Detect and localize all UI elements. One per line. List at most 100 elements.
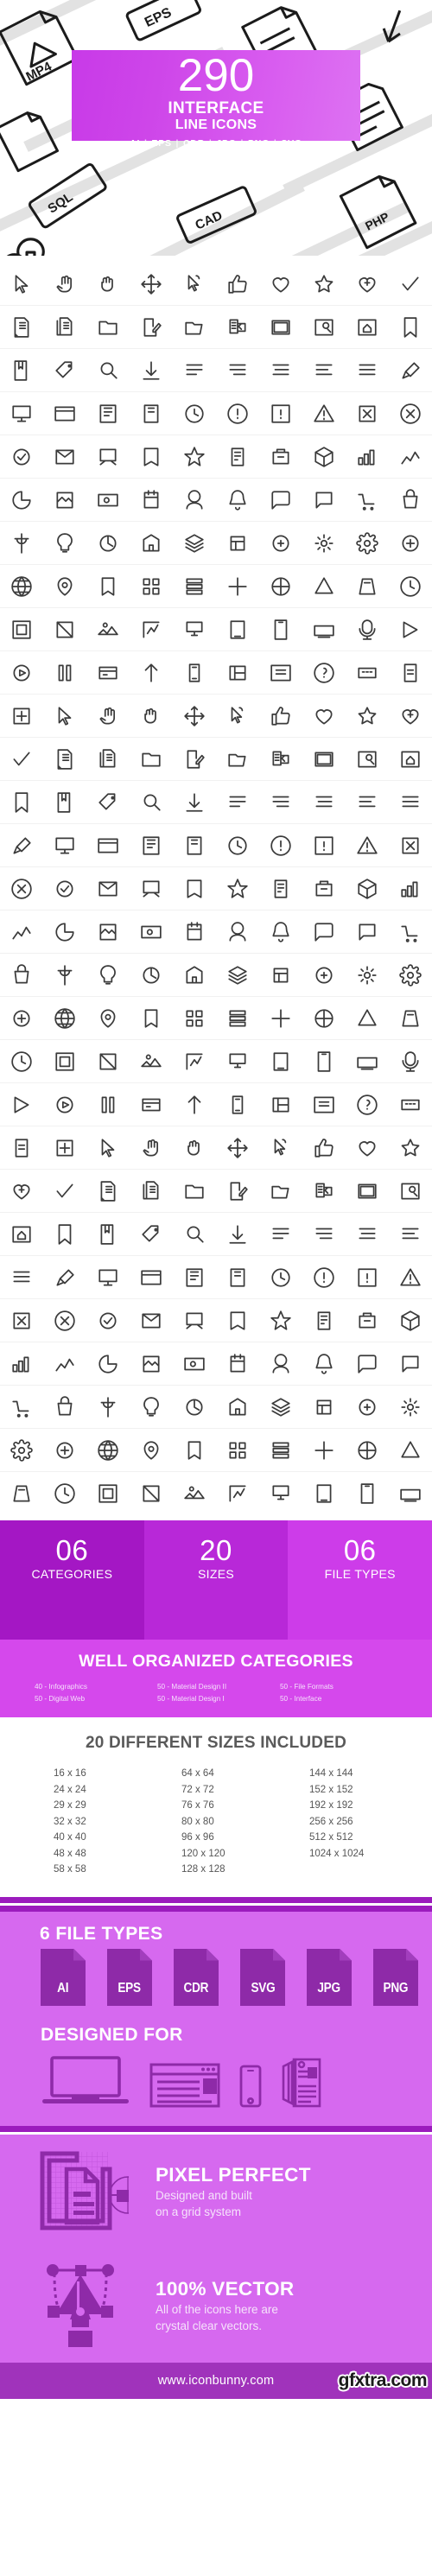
icon-cell[interactable] (216, 1126, 259, 1170)
icon-cell[interactable] (173, 1256, 216, 1299)
icon-cell[interactable] (302, 738, 346, 781)
icon-cell[interactable] (389, 1256, 432, 1299)
icon-cell[interactable] (43, 1083, 86, 1126)
icon-cell[interactable] (302, 1429, 346, 1472)
icon-cell[interactable] (216, 392, 259, 435)
icon-cell[interactable] (216, 997, 259, 1040)
icon-cell[interactable] (259, 954, 302, 997)
icon-cell[interactable] (130, 1083, 173, 1126)
icon-cell[interactable] (43, 306, 86, 349)
icon-cell[interactable] (216, 1386, 259, 1429)
icon-cell[interactable] (86, 1126, 130, 1170)
icon-cell[interactable] (302, 781, 346, 824)
icon-cell[interactable] (0, 910, 43, 954)
icon-cell[interactable] (130, 349, 173, 392)
icon-cell[interactable] (86, 954, 130, 997)
icon-cell[interactable] (173, 695, 216, 738)
icon-cell[interactable] (346, 1299, 389, 1342)
icon-cell[interactable] (216, 479, 259, 522)
icon-cell[interactable] (86, 349, 130, 392)
icon-cell[interactable] (259, 781, 302, 824)
icon-cell[interactable] (43, 867, 86, 910)
icon-cell[interactable] (43, 1386, 86, 1429)
icon-cell[interactable] (302, 435, 346, 479)
icon-cell[interactable] (302, 824, 346, 867)
icon-cell[interactable] (389, 565, 432, 608)
icon-cell[interactable] (389, 608, 432, 651)
icon-cell[interactable] (0, 306, 43, 349)
icon-cell[interactable] (346, 263, 389, 306)
icon-cell[interactable] (302, 608, 346, 651)
icon-cell[interactable] (43, 263, 86, 306)
icon-cell[interactable] (130, 738, 173, 781)
icon-cell[interactable] (389, 1299, 432, 1342)
icon-cell[interactable] (302, 651, 346, 695)
icon-cell[interactable] (86, 608, 130, 651)
icon-cell[interactable] (216, 522, 259, 565)
icon-cell[interactable] (86, 1386, 130, 1429)
icon-cell[interactable] (259, 1472, 302, 1515)
icon-cell[interactable] (259, 479, 302, 522)
icon-cell[interactable] (346, 1342, 389, 1386)
icon-cell[interactable] (302, 392, 346, 435)
icon-cell[interactable] (43, 1299, 86, 1342)
icon-cell[interactable] (259, 695, 302, 738)
icon-cell[interactable] (173, 1429, 216, 1472)
icon-cell[interactable] (346, 910, 389, 954)
icon-cell[interactable] (216, 1083, 259, 1126)
icon-cell[interactable] (0, 997, 43, 1040)
icon-cell[interactable] (389, 306, 432, 349)
icon-cell[interactable] (130, 824, 173, 867)
icon-cell[interactable] (173, 1170, 216, 1213)
icon-cell[interactable] (43, 565, 86, 608)
icon-cell[interactable] (259, 392, 302, 435)
icon-cell[interactable] (43, 1342, 86, 1386)
icon-cell[interactable] (302, 263, 346, 306)
icon-cell[interactable] (346, 522, 389, 565)
icon-cell[interactable] (216, 1342, 259, 1386)
icon-cell[interactable] (216, 651, 259, 695)
icon-cell[interactable] (302, 954, 346, 997)
icon-cell[interactable] (43, 954, 86, 997)
icon-cell[interactable] (216, 1299, 259, 1342)
icon-cell[interactable] (259, 435, 302, 479)
icon-cell[interactable] (86, 1083, 130, 1126)
icon-cell[interactable] (389, 651, 432, 695)
icon-cell[interactable] (130, 997, 173, 1040)
icon-cell[interactable] (43, 781, 86, 824)
icon-cell[interactable] (389, 435, 432, 479)
icon-cell[interactable] (389, 867, 432, 910)
icon-cell[interactable] (346, 1083, 389, 1126)
icon-cell[interactable] (389, 1342, 432, 1386)
icon-cell[interactable] (389, 349, 432, 392)
icon-cell[interactable] (346, 1386, 389, 1429)
icon-cell[interactable] (0, 867, 43, 910)
icon-cell[interactable] (43, 695, 86, 738)
icon-cell[interactable] (216, 263, 259, 306)
icon-cell[interactable] (86, 263, 130, 306)
icon-cell[interactable] (302, 1342, 346, 1386)
icon-cell[interactable] (86, 479, 130, 522)
icon-cell[interactable] (302, 910, 346, 954)
icon-cell[interactable] (43, 392, 86, 435)
icon-cell[interactable] (259, 1386, 302, 1429)
icon-cell[interactable] (389, 1126, 432, 1170)
icon-cell[interactable] (130, 479, 173, 522)
icon-cell[interactable] (346, 392, 389, 435)
icon-cell[interactable] (0, 1472, 43, 1515)
icon-cell[interactable] (43, 479, 86, 522)
icon-cell[interactable] (302, 1170, 346, 1213)
icon-cell[interactable] (130, 695, 173, 738)
icon-cell[interactable] (43, 910, 86, 954)
icon-cell[interactable] (346, 738, 389, 781)
icon-cell[interactable] (389, 1040, 432, 1083)
icon-cell[interactable] (389, 392, 432, 435)
icon-cell[interactable] (0, 479, 43, 522)
icon-cell[interactable] (302, 479, 346, 522)
icon-cell[interactable] (130, 1342, 173, 1386)
icon-cell[interactable] (86, 651, 130, 695)
icon-cell[interactable] (259, 824, 302, 867)
icon-cell[interactable] (346, 306, 389, 349)
icon-cell[interactable] (0, 1299, 43, 1342)
icon-cell[interactable] (173, 392, 216, 435)
